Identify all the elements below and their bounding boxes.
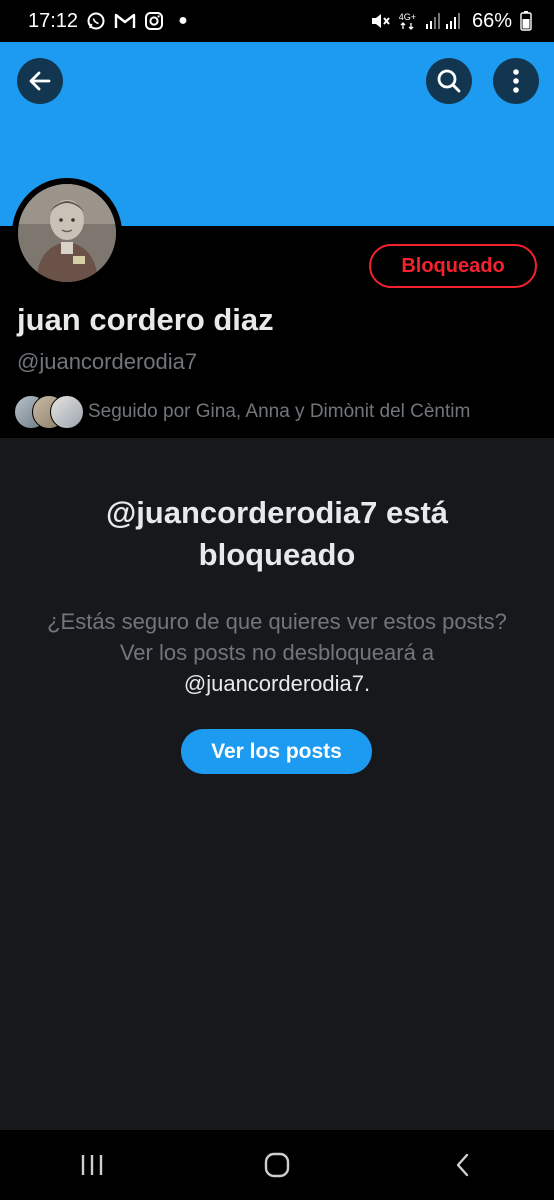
avatar[interactable]: [12, 178, 122, 288]
blocked-button[interactable]: Bloqueado: [369, 244, 537, 288]
blocked-description: ¿Estás seguro de que quieres ver estos p…: [40, 606, 514, 699]
back-button[interactable]: [17, 58, 63, 104]
gmail-icon: [114, 12, 136, 30]
system-back-button[interactable]: [432, 1135, 492, 1195]
network-type: 4G+: [398, 11, 416, 30]
dot-icon: ●: [178, 12, 188, 29]
back-icon: [453, 1152, 471, 1178]
system-nav-bar: [0, 1130, 554, 1200]
more-vertical-icon: [512, 68, 520, 94]
recent-apps-button[interactable]: [62, 1135, 122, 1195]
followed-by-text: Seguido por Gina, Anna y Dimònit del Cèn…: [88, 401, 471, 422]
blocked-title: @juancorderodia7 está bloqueado: [105, 495, 449, 572]
search-icon: [436, 68, 462, 94]
whatsapp-icon: [86, 11, 106, 31]
view-posts-button[interactable]: Ver los posts: [181, 729, 372, 774]
status-left: 17:12 ●: [28, 10, 188, 33]
battery-icon: [520, 11, 532, 31]
handle: @juancorderodia7: [17, 349, 198, 374]
network-type-label: 4G+: [398, 11, 416, 22]
status-time: 17:12: [28, 9, 79, 32]
status-bar: 17:12 ● 4G+ 66%: [0, 0, 554, 42]
home-button[interactable]: [247, 1135, 307, 1195]
home-icon: [263, 1152, 291, 1178]
mute-icon: [369, 11, 391, 31]
follower-avatar: [50, 395, 84, 429]
instagram-icon: [144, 11, 164, 31]
more-button[interactable]: [493, 58, 539, 104]
display-name: juan cordero diaz: [17, 302, 274, 337]
arrow-left-icon: [27, 68, 53, 94]
status-right: 4G+ 66%: [369, 10, 532, 33]
followed-by-row[interactable]: Seguido por Gina, Anna y Dimònit del Cèn…: [14, 394, 470, 430]
avatar-photo: [18, 184, 116, 282]
signal-icon: [424, 12, 464, 30]
follower-avatars: [14, 395, 84, 429]
blocked-description-handle: @juancorderodia7.: [183, 671, 371, 696]
search-button[interactable]: [426, 58, 472, 104]
blocked-notice: @juancorderodia7 está bloqueado ¿Estás s…: [40, 492, 514, 699]
blocked-description-text: ¿Estás seguro de que quieres ver estos p…: [47, 609, 507, 665]
recent-apps-icon: [79, 1153, 105, 1177]
battery-percent: 66%: [471, 9, 512, 32]
